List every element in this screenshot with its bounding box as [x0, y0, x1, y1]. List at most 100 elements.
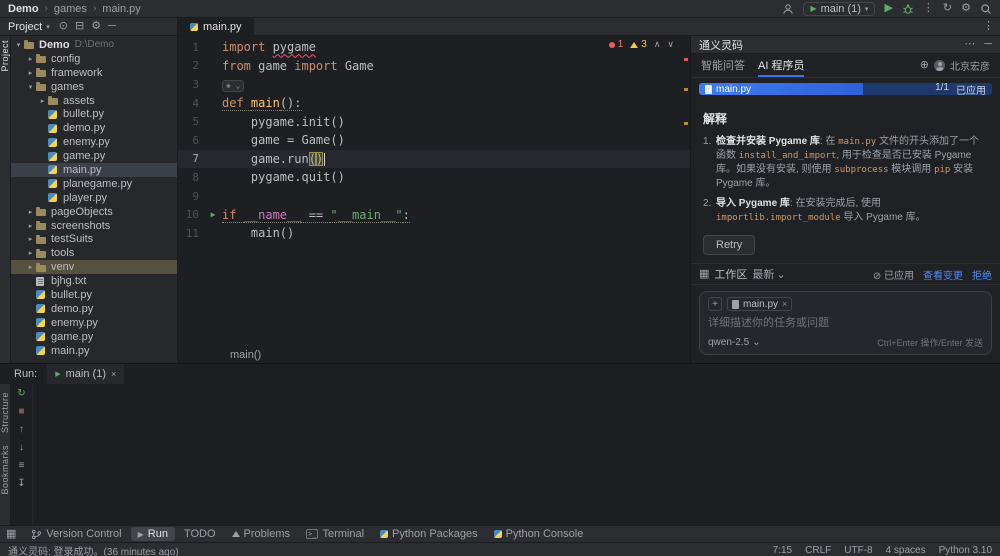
reject-link[interactable]: 拒绝 — [972, 267, 992, 282]
tree-item-planegame-py[interactable]: planegame.py — [11, 177, 177, 191]
toolwindow-todo[interactable]: TODO — [177, 527, 223, 541]
run-tab-main-1[interactable]: ▶ main (1) × — [47, 364, 124, 384]
code-line-6[interactable]: 6 game = Game() — [178, 131, 690, 150]
chevron-icon[interactable]: ▾ — [13, 41, 24, 49]
tree-item-games[interactable]: ▾games — [11, 80, 177, 94]
run-gutter-icon[interactable]: ▶ — [211, 210, 216, 219]
tree-item-demo-py[interactable]: demo.py — [11, 302, 177, 316]
tree-item-bullet-py[interactable]: bullet.py — [11, 288, 177, 302]
caret-position[interactable]: 7:15 — [773, 545, 792, 556]
close-icon[interactable]: × — [111, 370, 116, 379]
remove-chip-icon[interactable]: × — [782, 299, 787, 309]
tree-item-bjhg-txt[interactable]: bjhg.txt — [11, 274, 177, 288]
code-line-8[interactable]: 8 pygame.quit() — [178, 168, 690, 187]
toolwindow-python-console[interactable]: Python Console — [487, 527, 591, 541]
tree-item-enemy-py[interactable]: enemy.py — [11, 135, 177, 149]
tab-smart-qa[interactable]: 智能问答 — [701, 54, 745, 77]
tree-item-demo-py[interactable]: demo.py — [11, 121, 177, 135]
code-line-3[interactable]: 3◈ ⌄ — [178, 75, 690, 94]
tree-item-tools[interactable]: ▸tools — [11, 246, 177, 260]
tree-item-assets[interactable]: ▸assets — [11, 94, 177, 108]
stripe-bookmarks[interactable]: Bookmarks — [0, 445, 10, 495]
locate-file-icon[interactable]: ⊙ — [59, 21, 68, 32]
collapse-all-icon[interactable]: ⊟ — [75, 21, 84, 32]
apply-progress-bar[interactable]: main.py 1/1已应用 — [699, 83, 992, 95]
toolwindow-python-packages[interactable]: Python Packages — [373, 527, 485, 541]
toolwindow-run[interactable]: ▶ Run — [131, 527, 175, 541]
tree-item-player-py[interactable]: player.py — [11, 191, 177, 205]
code-line-2[interactable]: 2from game import Game — [178, 57, 690, 76]
chevron-icon[interactable]: ▸ — [25, 222, 36, 230]
chevron-icon[interactable]: ▸ — [25, 263, 36, 271]
tree-item-bullet-py[interactable]: bullet.py — [11, 107, 177, 121]
tree-item-demo[interactable]: ▾DemoD:\Demo — [11, 38, 177, 52]
tree-item-testsuits[interactable]: ▸testSuits — [11, 232, 177, 246]
history-icon[interactable]: ↻ — [943, 3, 952, 14]
run-console[interactable] — [33, 384, 1000, 525]
project-name[interactable]: Demo — [8, 3, 39, 15]
tree-item-framework[interactable]: ▸framework — [11, 66, 177, 80]
tree-item-main-py[interactable]: main.py — [11, 344, 177, 358]
tab-main-py[interactable]: main.py — [178, 18, 254, 35]
tree-item-game-py[interactable]: game.py — [11, 149, 177, 163]
stop-icon[interactable]: ■ — [18, 407, 24, 417]
tree-item-enemy-py[interactable]: enemy.py — [11, 316, 177, 330]
hide-panel-icon[interactable]: ─ — [984, 39, 992, 50]
user-name[interactable]: 北京宏彦 — [950, 58, 990, 73]
settings-icon[interactable]: ⚙ — [961, 3, 971, 14]
retry-button[interactable]: Retry — [703, 235, 755, 255]
breadcrumb-main-py[interactable]: main.py — [102, 3, 141, 15]
project-view-selector[interactable]: Project ▾ — [8, 21, 50, 33]
new-session-icon[interactable]: ⊕ — [920, 60, 929, 71]
inspections-widget[interactable]: 1 3 ∧ ∨ — [607, 39, 676, 50]
code-line-11[interactable]: 11 main() — [178, 224, 690, 243]
run-config-select[interactable]: ▶ main (1) ▾ — [803, 2, 875, 16]
project-tree-panel[interactable]: ▾DemoD:\Demo▸config▸framework▾games▸asse… — [11, 36, 178, 363]
more-vertical-icon[interactable]: ⋮ — [923, 3, 934, 14]
chevron-icon[interactable]: ▸ — [25, 249, 36, 257]
toolwindow-terminal[interactable]: >_ Terminal — [299, 527, 371, 541]
model-selector[interactable]: qwen-2.5 ⌄ — [708, 337, 761, 348]
prev-problem-icon[interactable]: ∧ — [654, 40, 661, 49]
debug-button[interactable] — [902, 3, 914, 15]
tree-item-screenshots[interactable]: ▸screenshots — [11, 219, 177, 233]
inline-ai-widget[interactable]: ◈ ⌄ — [222, 80, 244, 92]
settings-icon[interactable]: ⚙ — [91, 21, 101, 32]
code-line-10[interactable]: 10▶if __name__ == "__main__": — [178, 205, 690, 224]
chevron-icon[interactable]: ▸ — [37, 97, 48, 105]
tree-item-game-py[interactable]: game.py — [11, 330, 177, 344]
indent-style[interactable]: 4 spaces — [886, 545, 926, 556]
hide-panel-icon[interactable]: ─ — [108, 21, 116, 32]
context-chip-main-py[interactable]: main.py × — [727, 297, 792, 311]
add-context-button[interactable]: + — [708, 297, 722, 311]
more-horizontal-icon[interactable]: ⋯ — [964, 39, 975, 50]
breadcrumb-games[interactable]: games — [54, 3, 87, 15]
users-icon[interactable] — [782, 3, 794, 15]
stripe-structure[interactable]: Structure — [0, 392, 10, 433]
chevron-icon[interactable]: ▸ — [25, 55, 36, 63]
view-changes-link[interactable]: 查看变更 — [923, 267, 963, 282]
chevron-icon[interactable]: ▸ — [25, 69, 36, 77]
code-line-5[interactable]: 5 pygame.init() — [178, 112, 690, 131]
workspace-filter[interactable]: 最新 ⌄ — [752, 266, 785, 282]
down-stack-icon[interactable]: ↓ — [19, 443, 24, 453]
user-avatar[interactable] — [934, 60, 945, 71]
chat-input-box[interactable]: + main.py × 详细描述你的任务或问题 qwen-2.5 ⌄ Ctrl+… — [699, 291, 992, 355]
toolwindow-version-control[interactable]: Version Control — [24, 527, 128, 541]
next-problem-icon[interactable]: ∨ — [667, 40, 674, 49]
stripe-project[interactable]: Project — [0, 40, 10, 72]
search-icon[interactable] — [980, 3, 992, 15]
tree-item-main-py[interactable]: main.py — [11, 163, 177, 177]
tab-ai-programmer[interactable]: AI 程序员 — [758, 54, 804, 77]
tool-windows-icon[interactable]: ▦ — [6, 529, 16, 540]
chevron-icon[interactable]: ▾ — [25, 83, 36, 91]
code-line-4[interactable]: 4def main(): — [178, 94, 690, 113]
file-encoding[interactable]: UTF-8 — [844, 545, 872, 556]
toolwindow-problems[interactable]: Problems — [225, 527, 297, 541]
breadcrumb-main-fn[interactable]: main() — [230, 349, 261, 361]
chevron-icon[interactable]: ▸ — [25, 235, 36, 243]
tree-item-venv[interactable]: ▸venv — [11, 260, 177, 274]
tree-item-config[interactable]: ▸config — [11, 52, 177, 66]
run-button[interactable]: ▶ — [884, 3, 892, 14]
rerun-icon[interactable]: ↻ — [17, 389, 25, 399]
